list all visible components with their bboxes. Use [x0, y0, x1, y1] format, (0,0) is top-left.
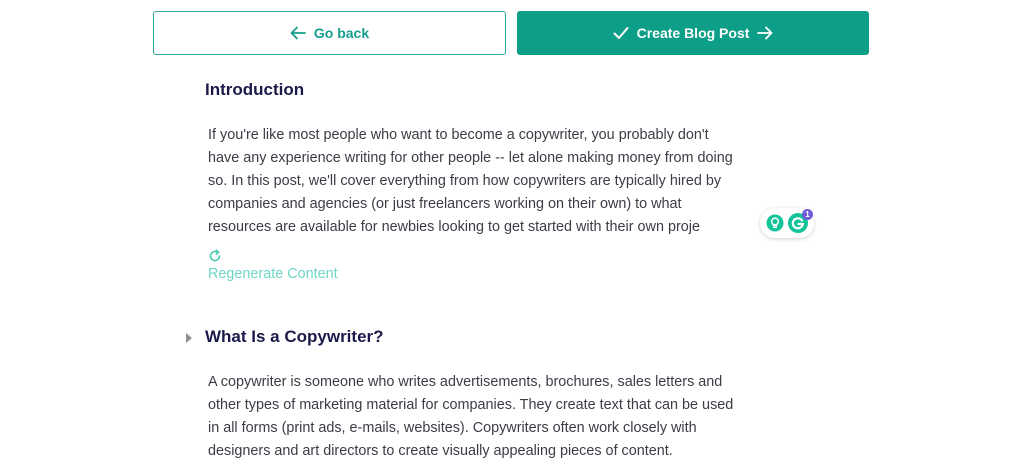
grammarly-widget[interactable]: 1	[760, 208, 814, 238]
paragraph-line: in all forms (print ads, e-mails, websit…	[208, 420, 697, 436]
create-blog-post-button[interactable]: Create Blog Post	[517, 11, 869, 55]
arrow-right-icon	[757, 26, 773, 40]
grammarly-alert-badge: 1	[802, 209, 813, 220]
refresh-icon[interactable]	[208, 249, 222, 263]
blog-editor-page: Go back Create Blog Post Introduction If…	[0, 0, 1024, 473]
paragraph-line: have any experience writing for other pe…	[208, 150, 733, 166]
section-title-what-is-a-copywriter[interactable]: What Is a Copywriter?	[205, 327, 384, 347]
paragraph-line: A copywriter is someone who writes adver…	[208, 374, 723, 390]
paragraph-line: resources are available for newbies look…	[208, 219, 700, 235]
create-blog-post-label: Create Blog Post	[636, 25, 750, 41]
what-is-a-copywriter-content[interactable]: A copywriter is someone who writes adver…	[208, 371, 818, 463]
paragraph-line: designers and art directors to create vi…	[208, 443, 673, 459]
paragraph-line: other types of marketing material for co…	[208, 397, 734, 413]
paragraph-line: so. In this post, we'll cover everything…	[208, 173, 722, 189]
caret-right-icon[interactable]	[186, 333, 192, 343]
lightbulb-icon[interactable]	[766, 214, 784, 232]
go-back-button[interactable]: Go back	[153, 11, 506, 55]
paragraph-line: If you're like most people who want to b…	[208, 127, 709, 143]
introduction-content[interactable]: If you're like most people who want to b…	[208, 124, 818, 239]
go-back-label: Go back	[313, 25, 370, 41]
arrow-left-icon	[290, 26, 306, 40]
paragraph-line: companies and agencies (or just freelanc…	[208, 196, 682, 212]
section-title-introduction: Introduction	[205, 80, 305, 99]
check-icon	[613, 26, 629, 40]
regenerate-content-link[interactable]: Regenerate Content	[208, 266, 338, 282]
